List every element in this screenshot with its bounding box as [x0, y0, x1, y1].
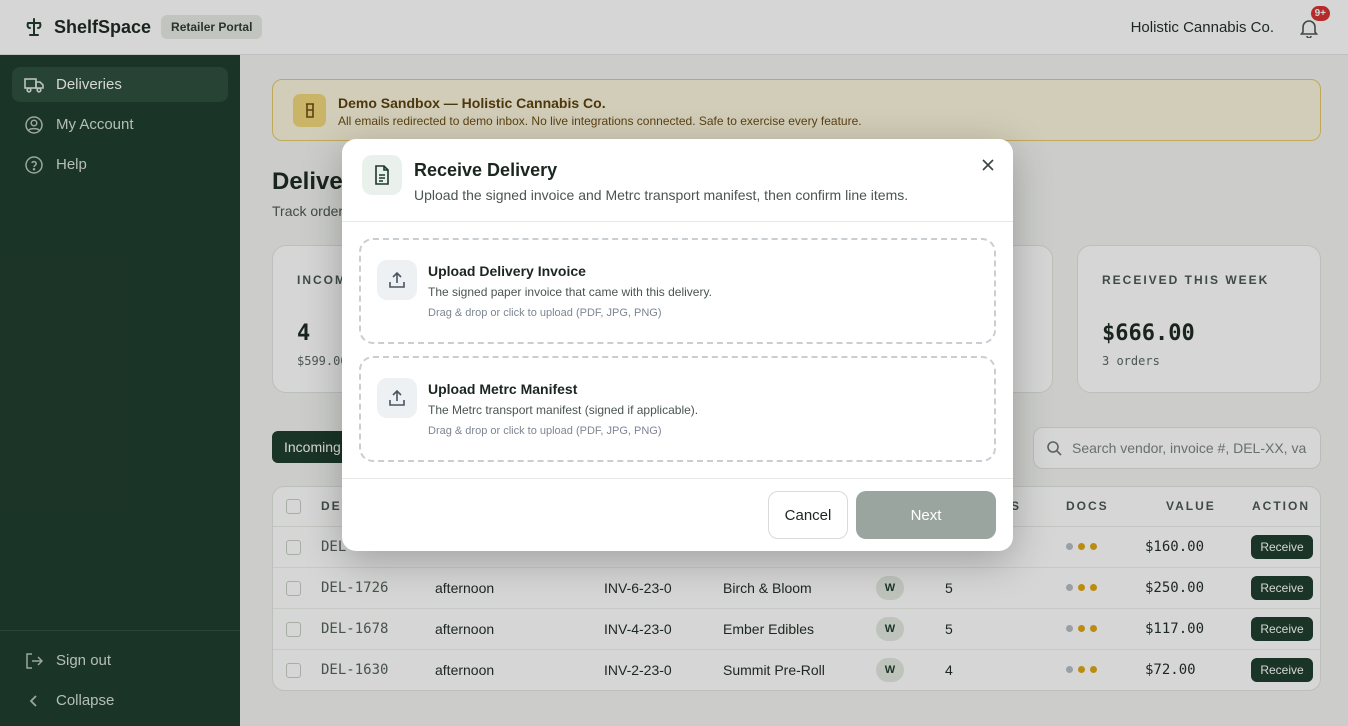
modal-subtitle: Upload the signed invoice and Metrc tran… — [414, 187, 909, 203]
upload-title: Upload Metrc Manifest — [428, 381, 578, 397]
upload-manifest-dropzone[interactable]: Upload Metrc Manifest The Metrc transpor… — [359, 356, 996, 462]
close-icon — [982, 159, 994, 171]
cancel-button[interactable]: Cancel — [768, 491, 848, 539]
upload-icon — [377, 378, 417, 418]
upload-hint: Drag & drop or click to upload (PDF, JPG… — [428, 425, 662, 437]
next-button[interactable]: Next — [856, 491, 996, 539]
close-button[interactable] — [978, 155, 998, 175]
upload-hint: Drag & drop or click to upload (PDF, JPG… — [428, 307, 662, 319]
upload-description: The signed paper invoice that came with … — [428, 285, 712, 299]
upload-title: Upload Delivery Invoice — [428, 263, 586, 279]
upload-icon — [377, 260, 417, 300]
upload-invoice-dropzone[interactable]: Upload Delivery Invoice The signed paper… — [359, 238, 996, 344]
document-icon — [362, 155, 402, 195]
modal-footer: Cancel Next — [342, 478, 1013, 551]
modal-title: Receive Delivery — [414, 160, 558, 180]
upload-description: The Metrc transport manifest (signed if … — [428, 403, 699, 417]
modal-header: Receive Delivery Upload the signed invoi… — [342, 139, 1013, 222]
receive-delivery-modal: Receive Delivery Upload the signed invoi… — [342, 139, 1013, 551]
